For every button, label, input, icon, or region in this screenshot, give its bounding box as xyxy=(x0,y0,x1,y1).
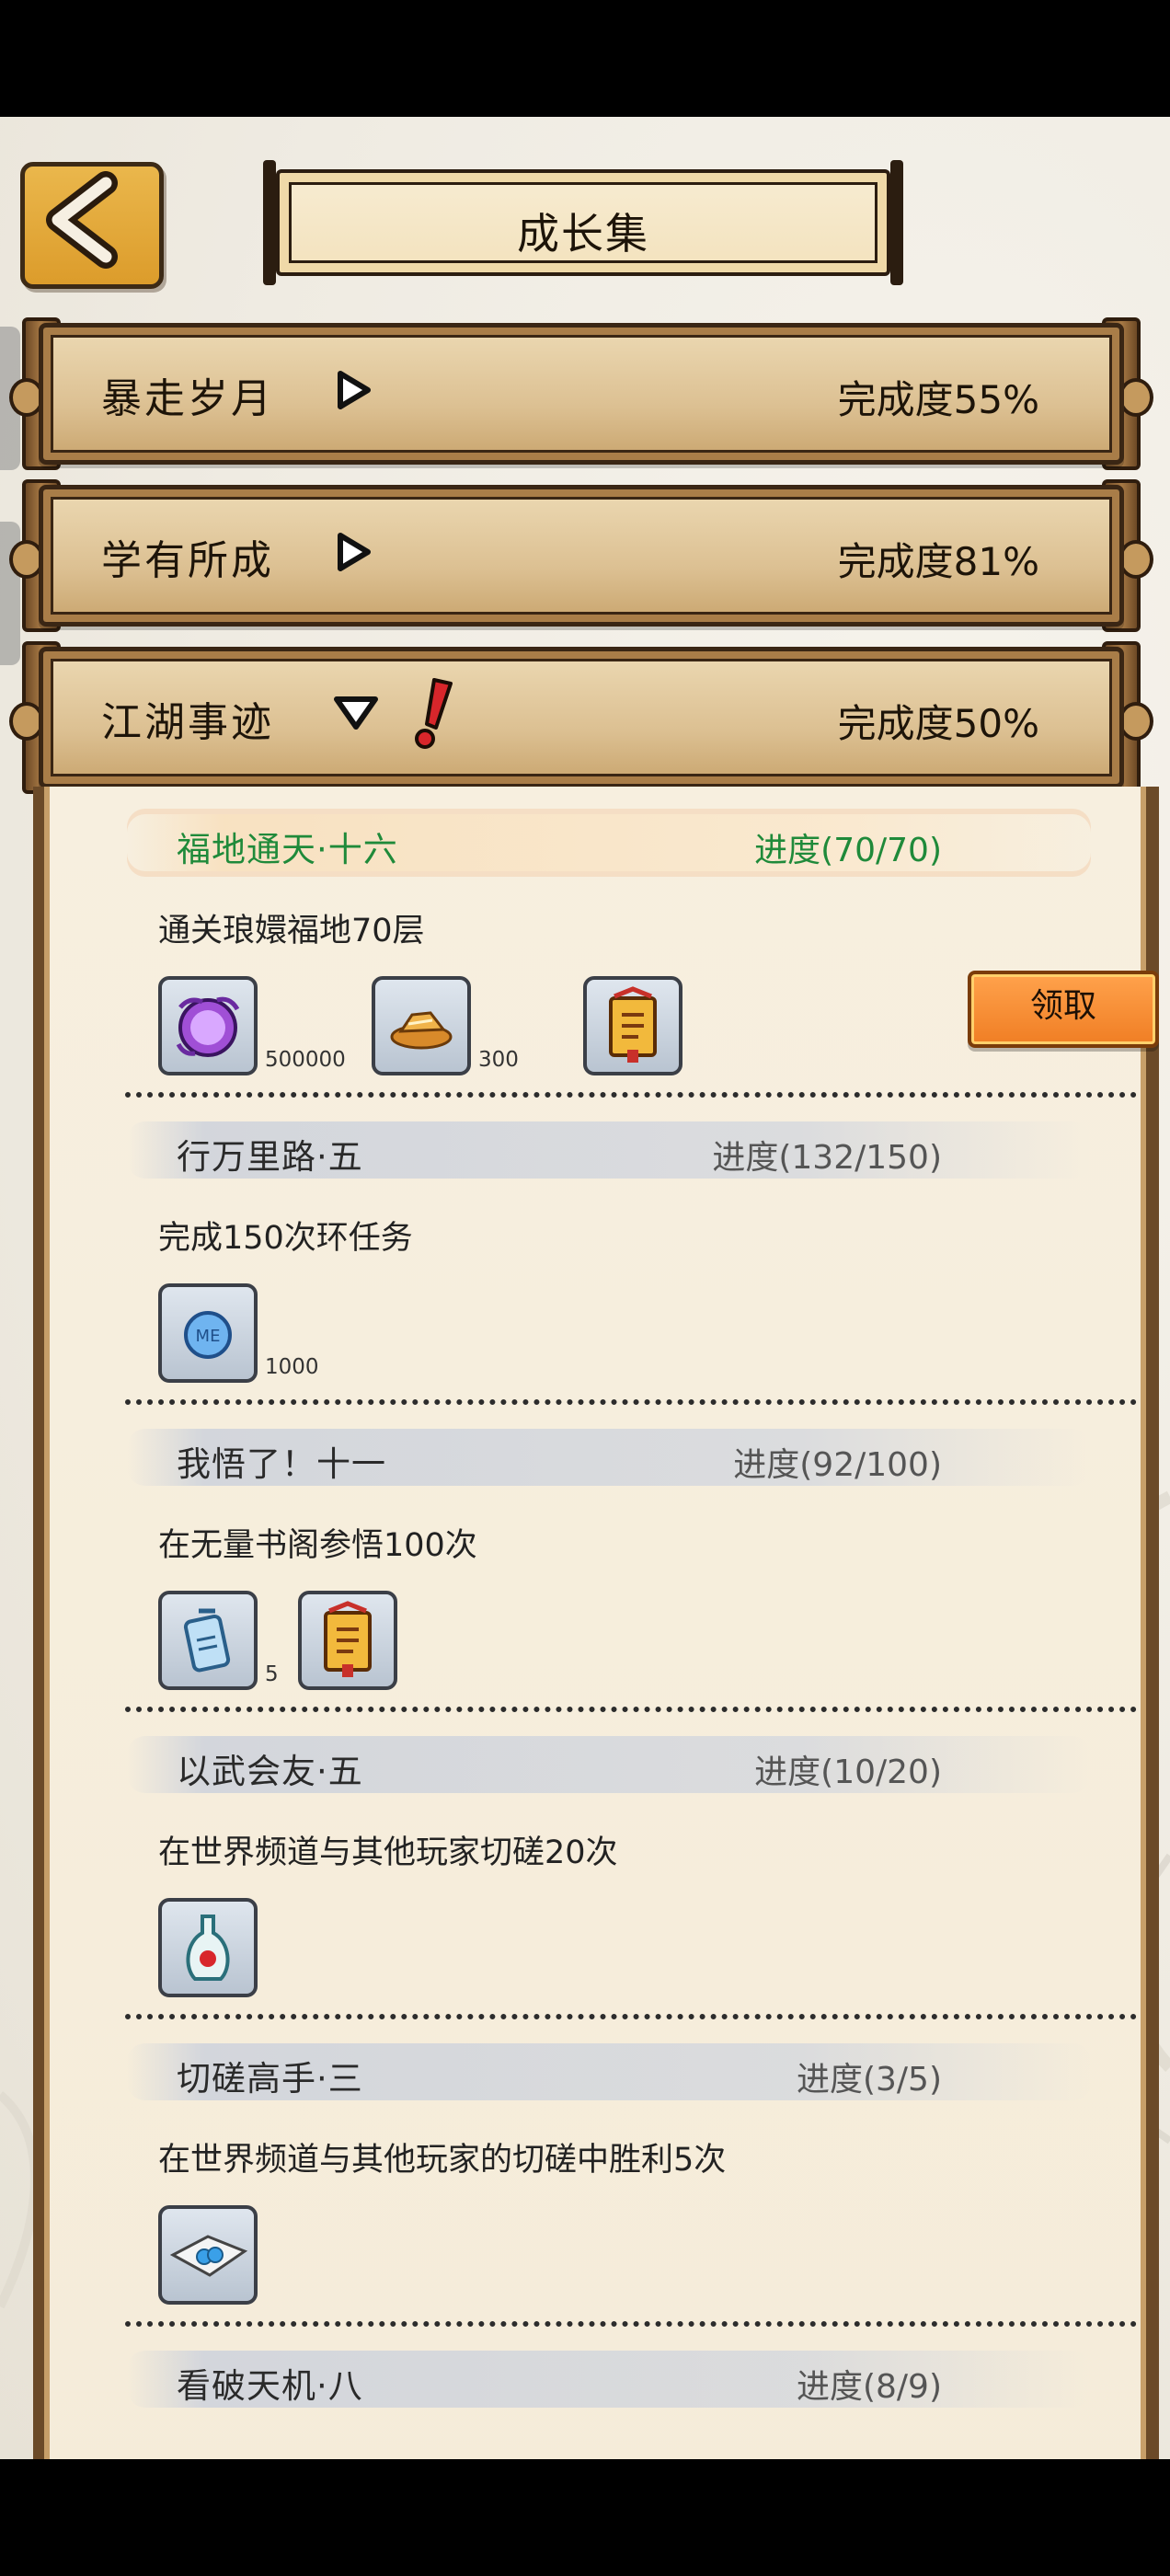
category-name: 学有所成 xyxy=(101,537,274,584)
reward-slot[interactable] xyxy=(158,976,258,1075)
task-progress: 进度(132/150) xyxy=(712,1139,942,1177)
growth-collection-screen: 成长集 暴走岁月 完成度55% 学有所成 完成度81% 江湖事迹 完成度50% … xyxy=(0,117,1170,2459)
category-progress: 完成度55% xyxy=(837,377,1039,422)
task-description: 通关琅嬛福地70层 xyxy=(158,913,425,949)
reward-list: ME 1000 xyxy=(158,1283,986,1388)
reward-count: 1000 xyxy=(265,1355,319,1379)
task-name: 行万里路·五 xyxy=(177,1137,363,1177)
category-row-xueyou[interactable]: 学有所成 完成度81% xyxy=(9,479,1153,632)
reward-slot[interactable]: ME xyxy=(158,1283,258,1383)
purple-orb-icon xyxy=(176,996,240,1057)
task-progress: 进度(70/70) xyxy=(754,832,942,869)
reward-slot[interactable] xyxy=(583,976,682,1075)
task-name: 我悟了！十一 xyxy=(177,1444,386,1484)
potion-vase-icon xyxy=(186,1915,230,1981)
reward-count: 5 xyxy=(265,1662,279,1686)
scroll-badge-icon xyxy=(609,986,657,1063)
reward-count: 500000 xyxy=(265,1048,346,1072)
category-row-baozou[interactable]: 暴走岁月 完成度55% xyxy=(9,317,1153,470)
page-title: 成长集 xyxy=(517,209,649,259)
chevron-left-icon xyxy=(46,171,118,269)
task-description: 完成150次环任务 xyxy=(158,1220,413,1257)
divider xyxy=(125,1707,1137,1712)
screen: 成长集 暴走岁月 完成度55% 学有所成 完成度81% 江湖事迹 完成度50% … xyxy=(0,0,1170,2576)
task-name: 福地通天·十六 xyxy=(177,830,398,869)
task-progress: 进度(10/20) xyxy=(754,1754,942,1791)
divider xyxy=(125,1092,1137,1098)
task-name: 看破天机·八 xyxy=(177,2366,363,2406)
title-banner: 成长集 xyxy=(259,160,907,285)
reward-list xyxy=(158,1898,986,2003)
svg-text:ME: ME xyxy=(196,1327,221,1346)
divider xyxy=(125,2014,1137,2019)
task-progress: 进度(8/9) xyxy=(796,2368,942,2406)
reward-slot[interactable] xyxy=(298,1591,397,1690)
play-right-icon xyxy=(338,371,371,409)
reward-slot[interactable] xyxy=(158,1591,258,1690)
task-list-panel: 福地通天·十六 进度(70/70) 通关琅嬛福地70层 500000 300 领… xyxy=(33,787,1159,2459)
divider xyxy=(125,2321,1137,2327)
play-down-icon xyxy=(334,696,378,730)
reward-list: 500000 300 xyxy=(158,976,986,1081)
category-progress: 完成度81% xyxy=(837,539,1039,584)
category-name: 江湖事迹 xyxy=(101,699,274,746)
cloth-gem-icon xyxy=(169,2235,248,2277)
divider xyxy=(125,1399,1137,1405)
category-progress: 完成度50% xyxy=(837,701,1039,746)
claim-button[interactable]: 领取 xyxy=(968,971,1159,1048)
back-button[interactable] xyxy=(20,162,164,289)
reward-slot[interactable] xyxy=(158,1898,258,1997)
category-row-jianghu[interactable]: 江湖事迹 完成度50% xyxy=(9,641,1153,794)
blue-coin-icon: ME xyxy=(184,1311,232,1359)
category-name: 暴走岁月 xyxy=(101,375,274,422)
task-name: 切磋高手·三 xyxy=(177,2059,363,2099)
task-description: 在世界频道与其他玩家的切磋中胜利5次 xyxy=(158,2142,727,2179)
play-right-icon xyxy=(338,533,371,571)
reward-slot[interactable] xyxy=(372,976,471,1075)
task-description: 在世界频道与其他玩家切磋20次 xyxy=(158,1834,618,1871)
blue-token-icon xyxy=(183,1608,231,1673)
reward-count: 300 xyxy=(478,1048,519,1072)
task-progress: 进度(3/5) xyxy=(796,2061,942,2099)
task-progress: 进度(92/100) xyxy=(733,1446,942,1484)
task-name: 以武会友·五 xyxy=(177,1752,363,1791)
reward-list: 5 xyxy=(158,1591,986,1696)
reward-list xyxy=(158,2205,986,2310)
task-description: 在无量书阁参悟100次 xyxy=(158,1527,477,1564)
scroll-badge-icon xyxy=(324,1601,372,1677)
gold-ingot-icon xyxy=(390,1011,453,1050)
exclamation-alert-icon xyxy=(415,678,453,749)
reward-slot[interactable] xyxy=(158,2205,258,2305)
